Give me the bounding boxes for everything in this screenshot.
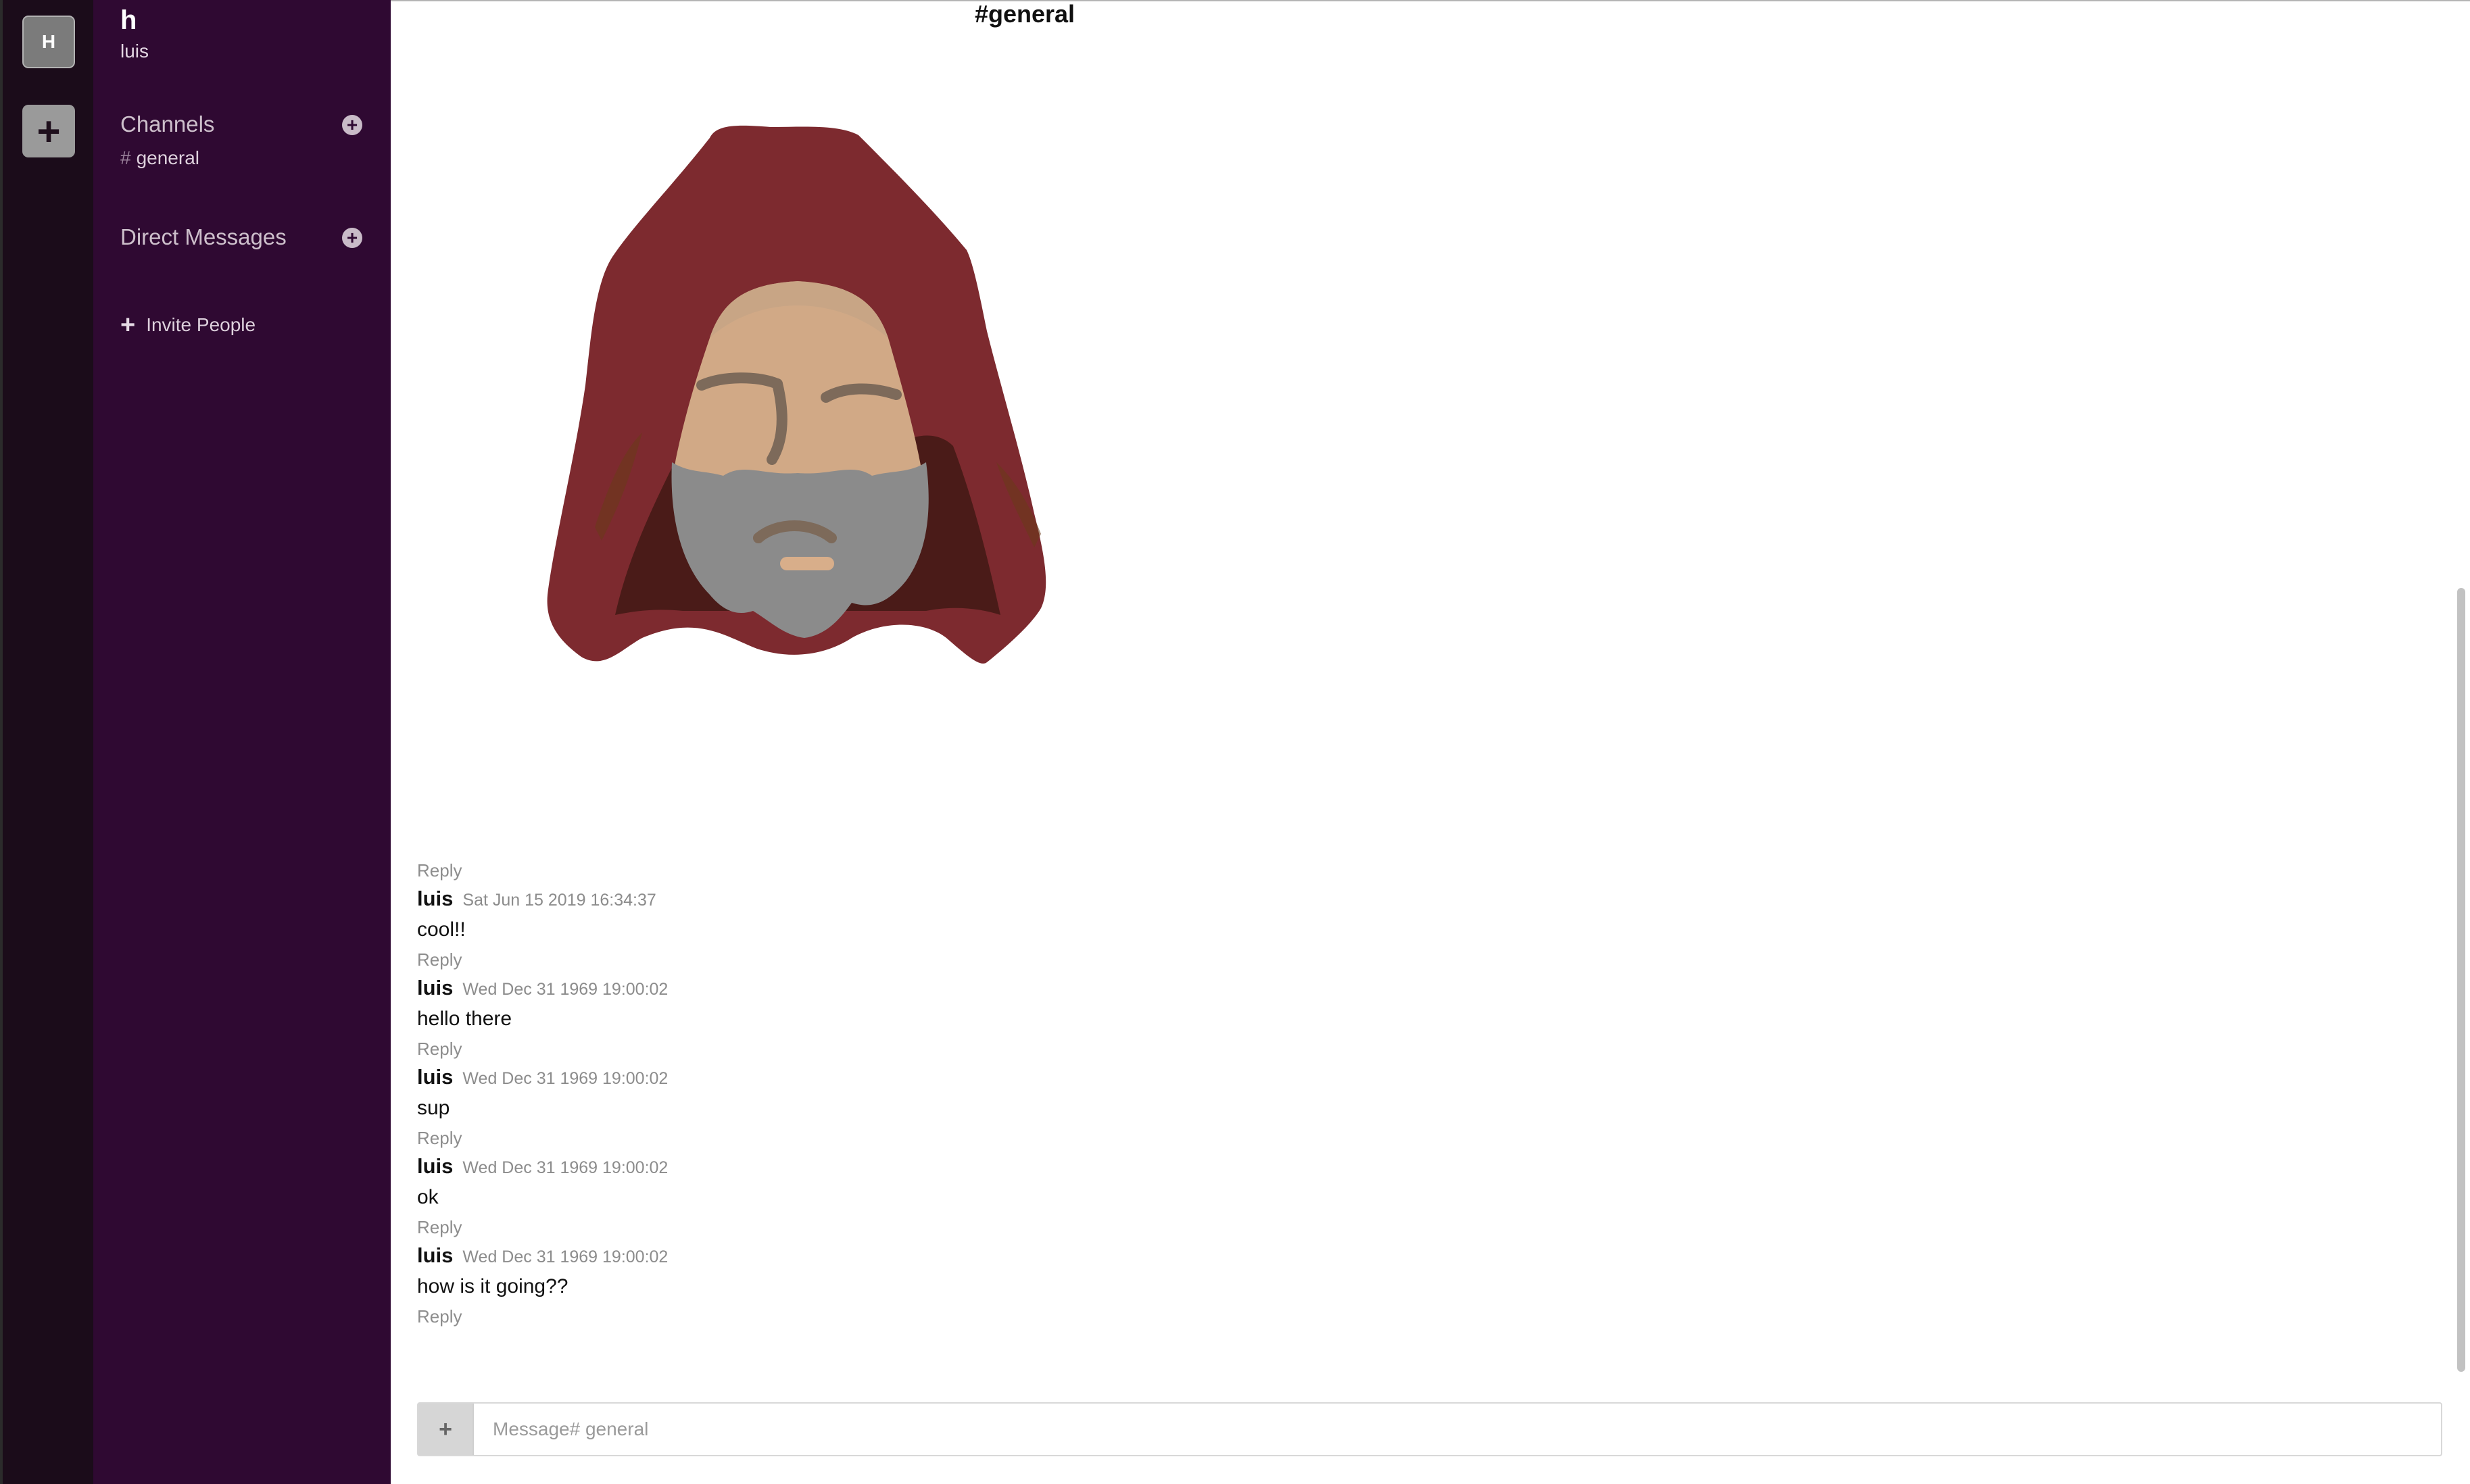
mouth-shape: [780, 557, 834, 570]
current-username: luis: [120, 41, 149, 61]
team-h-button[interactable]: H: [22, 16, 75, 68]
sidebar-item-general[interactable]: # general: [120, 147, 199, 169]
reply-link[interactable]: Reply: [417, 857, 668, 884]
message-header: luis Wed Dec 31 1969 19:00:02: [417, 1062, 668, 1092]
direct-messages-section-title[interactable]: Direct Messages: [120, 224, 287, 250]
message-header: luis Wed Dec 31 1969 19:00:02: [417, 973, 668, 1003]
message-text: how is it going??: [417, 1275, 568, 1297]
message-list: Reply luis Sat Jun 15 2019 16:34:37 cool!…: [417, 857, 668, 1330]
app-window: H + h luis Channels + # general Direct Me…: [0, 0, 2470, 1484]
reply-link[interactable]: Reply: [417, 1035, 668, 1062]
reply-link[interactable]: Reply: [417, 1124, 668, 1152]
team-name: h: [120, 5, 137, 35]
plus-icon: +: [120, 311, 136, 339]
message-author[interactable]: luis: [417, 976, 453, 999]
message-input[interactable]: [474, 1404, 2441, 1455]
message-author[interactable]: luis: [417, 1065, 453, 1089]
message-timestamp: Wed Dec 31 1969 19:00:02: [462, 1069, 669, 1088]
add-team-button[interactable]: +: [22, 105, 75, 157]
add-channel-icon[interactable]: +: [342, 115, 362, 135]
channel-sidebar: h luis Channels + # general Direct Messag…: [93, 0, 391, 1484]
main-panel: #general Reply luis Sat Jun 15 2019 16:3…: [391, 0, 2470, 1484]
channel-label: general: [136, 147, 199, 168]
attach-file-button[interactable]: +: [418, 1404, 474, 1455]
team-rail: H +: [0, 0, 94, 1484]
message-header: luis Wed Dec 31 1969 19:00:02: [417, 1241, 668, 1270]
invite-people-label: Invite People: [146, 314, 256, 335]
invite-people-button[interactable]: + Invite People: [120, 311, 256, 340]
reply-link[interactable]: Reply: [417, 1303, 668, 1330]
channel-title: #general: [974, 0, 1075, 28]
reply-link[interactable]: Reply: [417, 946, 668, 973]
hash-icon: #: [120, 147, 131, 168]
message-text: hello there: [417, 1008, 512, 1030]
message-timestamp: Wed Dec 31 1969 19:00:02: [462, 1247, 669, 1266]
reply-link[interactable]: Reply: [417, 1214, 668, 1241]
message-header: luis Wed Dec 31 1969 19:00:02: [417, 1152, 668, 1181]
message-author[interactable]: luis: [417, 1154, 453, 1178]
message-text: ok: [417, 1186, 439, 1208]
message-author[interactable]: luis: [417, 887, 453, 910]
add-direct-message-icon[interactable]: +: [342, 228, 362, 248]
message-composer: +: [417, 1402, 2442, 1456]
message-author[interactable]: luis: [417, 1243, 453, 1267]
message-header: luis Sat Jun 15 2019 16:34:37: [417, 884, 668, 914]
channel-header: #general: [391, 0, 2470, 28]
hooded-figure-image: [547, 125, 1046, 664]
message-scrollbar[interactable]: [2457, 588, 2465, 1372]
message-text: cool!!: [417, 918, 466, 941]
message-timestamp: Sat Jun 15 2019 16:34:37: [462, 891, 656, 910]
channels-section-title[interactable]: Channels: [120, 112, 214, 137]
message-timestamp: Wed Dec 31 1969 19:00:02: [462, 980, 669, 999]
message-text: sup: [417, 1097, 450, 1119]
window-edge: [0, 0, 3, 1484]
message-timestamp: Wed Dec 31 1969 19:00:02: [462, 1158, 669, 1177]
